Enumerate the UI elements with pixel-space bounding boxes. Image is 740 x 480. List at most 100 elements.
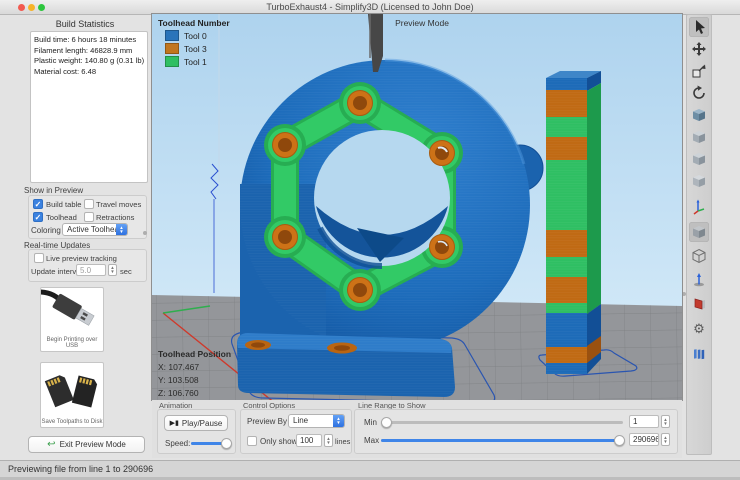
legend-title: Toolhead Number xyxy=(158,18,230,28)
play-pause-label: Play/Pause xyxy=(181,418,223,428)
stat-filament-length: Filament length: 46828.9 mm xyxy=(34,45,133,55)
wireframe-view-button[interactable] xyxy=(689,246,709,266)
coordinate-axes-button[interactable] xyxy=(689,197,709,217)
speed-slider-thumb[interactable] xyxy=(221,438,232,449)
tool1-swatch xyxy=(165,56,179,67)
legend-item-tool3: Tool 3 xyxy=(158,43,230,54)
retractions-checkbox[interactable]: ✓ xyxy=(84,212,94,222)
exit-preview-mode-label: Exit Preview Mode xyxy=(59,440,126,449)
normal-pin-icon xyxy=(694,273,704,287)
min-input[interactable]: 1 xyxy=(629,415,659,428)
cube-view-icon xyxy=(693,153,705,165)
app-window: TurboExhaust4 - Simplify3D (Licensed to … xyxy=(0,0,740,480)
standard-view-4-button[interactable] xyxy=(689,171,709,191)
back-arrow-icon: ↩ xyxy=(47,439,56,450)
standard-view-1-button[interactable] xyxy=(689,105,709,125)
stat-plastic-weight: Plastic weight: 140.80 g (0.31 lb) xyxy=(34,56,145,65)
3d-viewport[interactable]: Toolhead Number Tool 0 Tool 3 Tool 1 Pre… xyxy=(151,13,683,413)
rotate-tool-button[interactable] xyxy=(689,83,709,103)
tool1-label: Tool 1 xyxy=(184,56,207,67)
max-label: Max xyxy=(364,436,380,445)
animation-group: ▶▮ Play/Pause Speed: xyxy=(157,409,236,454)
scale-tool-button[interactable] xyxy=(689,61,709,81)
status-text: Previewing file from line 1 to 290696 xyxy=(8,464,154,474)
title-bar: TurboExhaust4 - Simplify3D (Licensed to … xyxy=(0,0,740,15)
max-stepper[interactable]: ▲ ▼ xyxy=(661,433,670,446)
coloring-dropdown[interactable]: Active Toolhead ▲ ▼ xyxy=(62,223,128,236)
min-slider-thumb[interactable] xyxy=(381,417,392,428)
only-show-stepper[interactable]: ▲ ▼ xyxy=(324,434,333,447)
usb-caption: Begin Printing over USB xyxy=(46,337,98,349)
build-table-label: Build table xyxy=(46,200,82,209)
legend-item-tool0: Tool 0 xyxy=(158,30,230,41)
exit-preview-mode-button[interactable]: ↩ Exit Preview Mode xyxy=(28,436,145,453)
move-arrows-icon xyxy=(692,42,706,56)
coloring-value: Active Toolhead xyxy=(67,225,124,234)
line-range-group: Min 1 ▲ ▼ Max 290696 ▲ ▼ xyxy=(354,409,678,454)
toolhead-checkbox[interactable]: ✓ xyxy=(33,212,43,222)
dropdown-arrows-icon: ▲ ▼ xyxy=(333,415,344,427)
gear-icon: ⚙ xyxy=(693,321,705,336)
update-interval-input[interactable]: 5.0 xyxy=(76,264,106,276)
preview-by-label: Preview By xyxy=(247,417,288,426)
preview-by-dropdown[interactable]: Line ▲ ▼ xyxy=(288,414,345,428)
lines-label: lines xyxy=(335,437,351,446)
tool0-label: Tool 0 xyxy=(184,30,207,41)
rotate-arrow-icon xyxy=(693,85,705,99)
stat-build-time: Build time: 6 hours 18 minutes xyxy=(34,35,137,44)
max-slider-thumb[interactable] xyxy=(614,435,625,446)
only-show-input[interactable]: 100 xyxy=(296,434,322,447)
toolhead-position-y: Y: 103.508 xyxy=(158,375,199,385)
live-preview-tracking-checkbox[interactable]: ✓ xyxy=(34,253,44,263)
toolpath-view-button[interactable] xyxy=(689,343,709,363)
wireframe-cube-icon xyxy=(692,248,706,264)
cursor-arrow-icon xyxy=(696,20,705,34)
sd-cards-icon xyxy=(44,375,98,408)
show-in-preview-label: Show in Preview xyxy=(24,186,84,195)
cross-section-button[interactable] xyxy=(689,294,709,314)
save-toolpaths-disk-button[interactable]: Save Toolpaths to Disk xyxy=(40,362,104,428)
machine-settings-button[interactable]: ⚙ xyxy=(689,319,709,339)
min-slider[interactable] xyxy=(381,416,623,428)
cube-view-icon xyxy=(693,175,705,187)
legend-item-tool1: Tool 1 xyxy=(158,56,230,67)
toolhead-position-readout: Toolhead Position X: 107.467 Y: 103.508 … xyxy=(158,348,231,400)
max-input[interactable]: 290696 xyxy=(629,433,659,446)
coloring-label: Coloring xyxy=(31,226,61,235)
begin-printing-usb-button[interactable]: Begin Printing over USB xyxy=(38,287,104,352)
view-toolbar: ⚙ xyxy=(686,14,712,455)
standard-view-2-button[interactable] xyxy=(689,127,709,147)
only-show-checkbox[interactable]: ✓ xyxy=(247,436,257,446)
tool3-swatch xyxy=(165,43,179,54)
toolhead-label: Toolhead xyxy=(46,213,77,222)
left-splitter-handle[interactable] xyxy=(143,231,147,235)
play-pause-button[interactable]: ▶▮ Play/Pause xyxy=(164,415,228,431)
standard-view-3-button[interactable] xyxy=(689,149,709,169)
preview-by-value: Line xyxy=(293,416,309,425)
build-table-checkbox[interactable]: ✓ xyxy=(33,199,43,209)
speed-slider[interactable] xyxy=(191,437,232,449)
solid-view-button[interactable] xyxy=(689,222,709,242)
surface-normal-button[interactable] xyxy=(689,270,709,290)
toolhead-position-z: Z: 106.760 xyxy=(158,388,199,398)
status-bar: Previewing file from line 1 to 290696 xyxy=(0,460,740,478)
solid-cube-icon xyxy=(693,226,705,238)
speed-label: Speed: xyxy=(165,439,191,448)
3d-viewport-canvas[interactable] xyxy=(152,14,682,413)
build-statistics-box: Build time: 6 hours 18 minutes Filament … xyxy=(30,31,148,183)
cube-view-icon xyxy=(693,131,705,143)
max-slider[interactable] xyxy=(381,434,625,446)
preview-mode-label: Preview Mode xyxy=(395,18,449,28)
min-stepper[interactable]: ▲ ▼ xyxy=(661,415,670,428)
select-tool-button[interactable] xyxy=(689,17,709,37)
live-preview-tracking-label: Live preview tracking xyxy=(46,254,117,263)
toolhead-position-title: Toolhead Position xyxy=(158,349,232,359)
build-statistics-title: Build Statistics xyxy=(55,19,115,29)
travel-moves-checkbox[interactable]: ✓ xyxy=(84,199,94,209)
update-interval-label: Update interval xyxy=(31,267,83,276)
update-interval-stepper[interactable]: ▲ ▼ xyxy=(108,264,117,276)
preview-control-bar: Animation ▶▮ Play/Pause Speed: Control O… xyxy=(152,400,682,458)
move-tool-button[interactable] xyxy=(689,39,709,59)
toolhead-position-x: X: 107.467 xyxy=(158,362,200,372)
dropdown-arrows-icon: ▲ ▼ xyxy=(116,224,127,235)
